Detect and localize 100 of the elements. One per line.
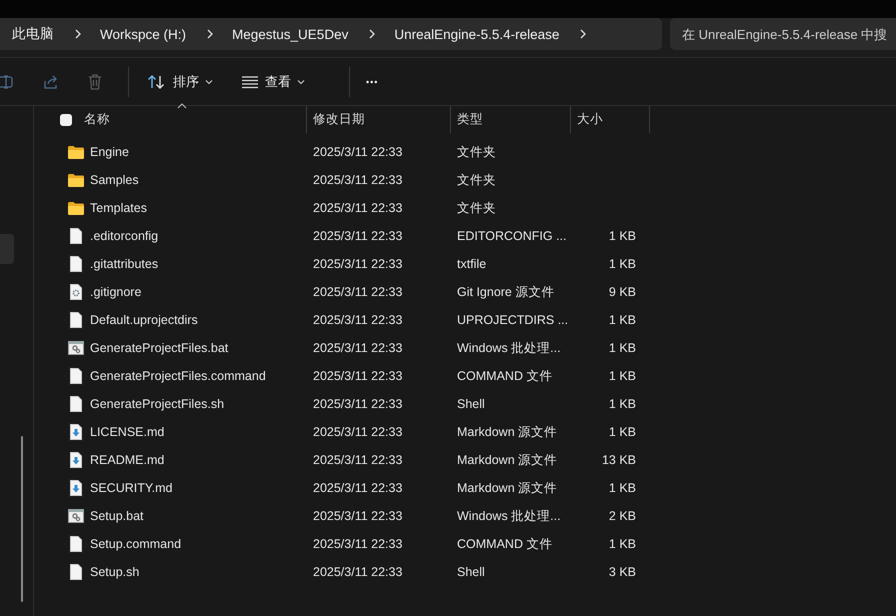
file-size: 1 KB: [608, 537, 636, 551]
chevron-down-icon: [205, 78, 213, 84]
file-size: 1 KB: [608, 369, 636, 383]
file-name[interactable]: .editorconfig: [90, 229, 158, 243]
modified-date: 2025/3/11 22:33: [313, 425, 402, 439]
column-header[interactable]: 类型: [457, 111, 483, 128]
file-type: txtfile: [457, 257, 486, 271]
file-name[interactable]: GenerateProjectFiles.command: [90, 369, 266, 383]
document-icon: [70, 396, 82, 412]
lines-icon: [241, 74, 259, 88]
scrollbar-thumb[interactable]: [21, 436, 23, 602]
breadcrumb-item[interactable]: Megestus_UE5Dev: [232, 26, 348, 42]
file-name[interactable]: README.md: [90, 453, 164, 467]
file-type: 文件夹: [457, 200, 496, 216]
document-icon: [70, 312, 82, 328]
modified-date: 2025/3/11 22:33: [313, 481, 402, 495]
document-icon: [70, 368, 82, 384]
file-name[interactable]: Setup.command: [90, 537, 182, 551]
breadcrumb-item[interactable]: Workspce (H:): [100, 26, 186, 42]
chevron-right-icon[interactable]: [206, 28, 214, 40]
search-field[interactable]: 在 UnrealEngine-5.5.4-release 中搜: [670, 18, 896, 50]
gears-window-icon: [68, 341, 84, 355]
file-name[interactable]: GenerateProjectFiles.bat: [90, 341, 228, 355]
file-type: Shell: [457, 565, 485, 579]
file-size: 1 KB: [608, 425, 636, 439]
modified-date: 2025/3/11 22:33: [313, 313, 402, 327]
modified-date: 2025/3/11 22:33: [313, 341, 402, 355]
breadcrumb-item[interactable]: UnrealEngine-5.5.4-release: [394, 26, 560, 42]
file-name[interactable]: Engine: [90, 145, 129, 159]
more-button[interactable]: •••: [360, 70, 384, 92]
sort-arrows-icon: [147, 74, 167, 90]
modified-date: 2025/3/11 22:33: [313, 453, 402, 467]
breadcrumb-item[interactable]: 此电脑: [12, 25, 54, 43]
address-bar[interactable]: 此电脑 Workspce (H:) Megestus_UE5Dev UnrealEngine-5.5.4-release: [0, 18, 662, 50]
file-type: 文件夹: [457, 172, 496, 188]
folder-icon: [68, 202, 84, 214]
file-type: Windows 批处理...: [457, 508, 561, 524]
view-button[interactable]: 查看: [233, 66, 313, 96]
chevron-down-icon: [297, 78, 305, 84]
modified-date: 2025/3/11 22:33: [313, 145, 402, 159]
modified-date: 2025/3/11 22:33: [313, 173, 402, 187]
modified-date: 2025/3/11 22:33: [313, 565, 402, 579]
file-type: COMMAND 文件: [457, 536, 552, 552]
file-size: 9 KB: [608, 285, 636, 299]
modified-date: 2025/3/11 22:33: [313, 201, 402, 215]
file-size: 1 KB: [608, 257, 636, 271]
document-icon: [70, 256, 82, 272]
gears-window-icon: [68, 509, 84, 523]
file-type: COMMAND 文件: [457, 368, 552, 384]
modified-date: 2025/3/11 22:33: [313, 537, 402, 551]
file-size: 1 KB: [608, 341, 636, 355]
file-size: 1 KB: [608, 481, 636, 495]
file-size: 1 KB: [608, 397, 636, 411]
select-all-checkbox[interactable]: [60, 114, 72, 126]
markdown-file-icon: [70, 452, 82, 468]
document-icon: [70, 228, 82, 244]
file-size: 1 KB: [608, 229, 636, 243]
modified-date: 2025/3/11 22:33: [313, 509, 402, 523]
column-header[interactable]: 修改日期: [313, 111, 365, 128]
file-type: Markdown 源文件: [457, 480, 558, 496]
modified-date: 2025/3/11 22:33: [313, 369, 402, 383]
file-name[interactable]: Setup.sh: [90, 565, 140, 579]
chevron-right-icon[interactable]: [74, 28, 82, 40]
folder-icon: [68, 146, 84, 158]
markdown-file-icon: [70, 424, 82, 440]
file-name[interactable]: SECURITY.md: [90, 481, 172, 495]
file-type: Markdown 源文件: [457, 452, 558, 468]
markdown-file-icon: [70, 480, 82, 496]
file-size: 1 KB: [608, 313, 636, 327]
gear-document-icon: [70, 284, 82, 300]
file-size: 13 KB: [602, 453, 636, 467]
file-name[interactable]: Setup.bat: [90, 509, 144, 523]
file-size: 2 KB: [608, 509, 636, 523]
modified-date: 2025/3/11 22:33: [313, 285, 402, 299]
file-name[interactable]: Templates: [90, 201, 147, 215]
delete-icon[interactable]: [86, 72, 104, 90]
file-name[interactable]: LICENSE.md: [90, 425, 164, 439]
file-size: 3 KB: [608, 565, 636, 579]
file-name[interactable]: Default.uprojectdirs: [90, 313, 198, 327]
modified-date: 2025/3/11 22:33: [313, 397, 402, 411]
file-type: Git Ignore 源文件: [457, 284, 554, 300]
file-type: 文件夹: [457, 144, 496, 160]
file-name[interactable]: Samples: [90, 173, 139, 187]
column-header[interactable]: 大小: [577, 111, 603, 128]
file-name[interactable]: .gitignore: [90, 285, 142, 299]
file-name[interactable]: GenerateProjectFiles.sh: [90, 397, 224, 411]
column-header[interactable]: 名称: [84, 111, 110, 128]
file-name[interactable]: .gitattributes: [90, 257, 158, 271]
file-type: EDITORCONFIG ...: [457, 229, 566, 243]
modified-date: 2025/3/11 22:33: [313, 229, 402, 243]
folder-icon: [68, 174, 84, 186]
document-icon: [70, 564, 82, 580]
file-type: Windows 批处理...: [457, 340, 561, 356]
modified-date: 2025/3/11 22:33: [313, 257, 402, 271]
sort-button[interactable]: 排序: [139, 66, 221, 96]
file-type: UPROJECTDIRS ...: [457, 313, 568, 327]
file-type: Shell: [457, 397, 485, 411]
chevron-right-icon[interactable]: [579, 28, 588, 40]
chevron-right-icon[interactable]: [368, 28, 376, 40]
file-type: Markdown 源文件: [457, 424, 558, 440]
